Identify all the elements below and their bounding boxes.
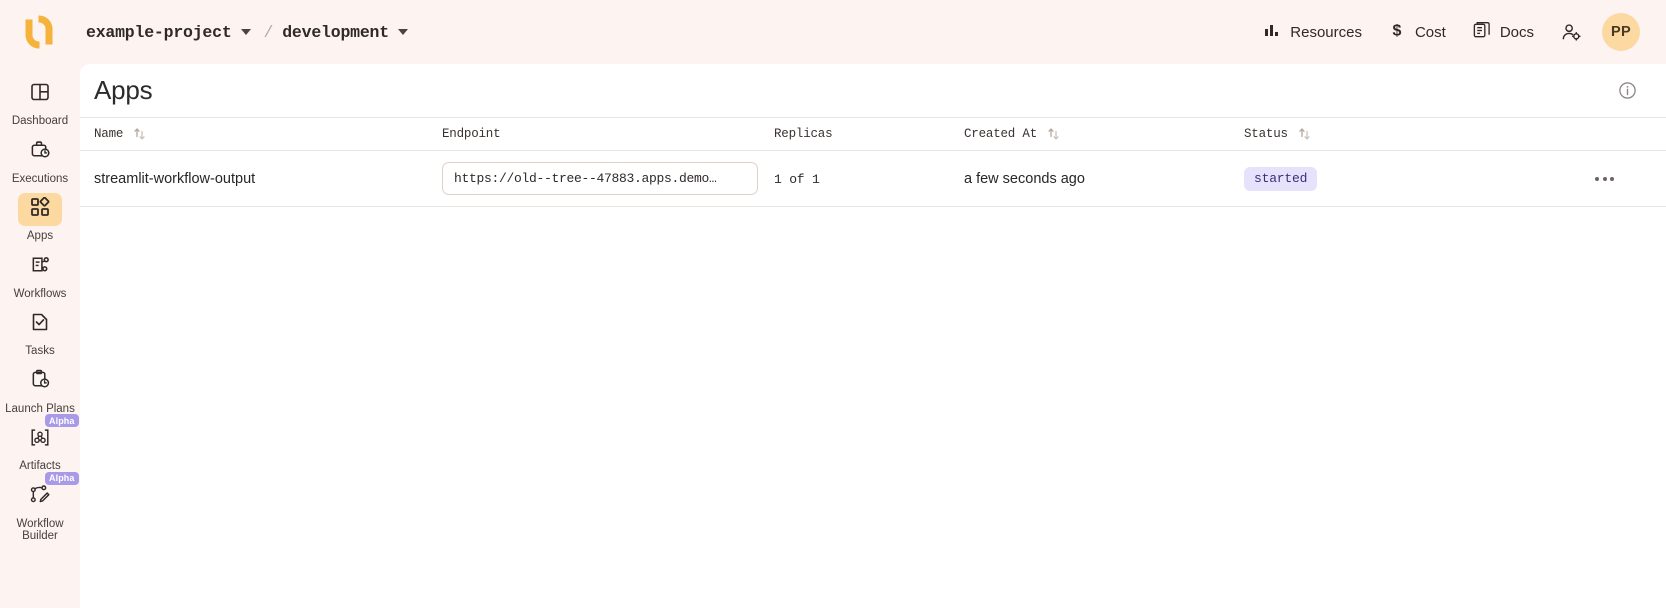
nav-resources[interactable]: Resources — [1250, 13, 1375, 51]
nav-docs[interactable]: Docs — [1459, 13, 1547, 52]
breadcrumb: example-project / development — [86, 23, 412, 42]
column-header-endpoint: Endpoint — [442, 127, 774, 141]
sidebar-icon-workflow-builder: Alpha — [18, 471, 79, 514]
column-header-replicas-label: Replicas — [774, 127, 833, 141]
sidebar-label-artifacts: Artifacts — [19, 460, 61, 472]
clipboard-clock-icon — [30, 369, 51, 395]
nav-resources-label: Resources — [1290, 23, 1362, 41]
kebab-dot-2 — [1602, 176, 1607, 181]
breadcrumb-project[interactable]: example-project — [86, 23, 232, 42]
breadcrumb-domain-chevron-down-icon[interactable] — [397, 29, 408, 35]
cell-replicas: 1 of 1 — [774, 170, 964, 188]
column-header-status-label: Status — [1244, 127, 1288, 141]
sidebar-item-apps[interactable]: Apps — [4, 189, 76, 246]
sidebar-label-apps: Apps — [26, 230, 54, 242]
kebab-dot-3 — [1610, 176, 1614, 181]
sidebar-badge-workflow-builder: Alpha — [45, 471, 79, 485]
created-at-value: a few seconds ago — [964, 170, 1085, 187]
cell-status: started — [1244, 166, 1419, 191]
sidebar-icon-tasks — [18, 308, 62, 341]
sidebar: Dashboard Executions Apps Workflows Task… — [0, 64, 80, 608]
sidebar-item-workflows[interactable]: Workflows — [4, 247, 76, 304]
table-row[interactable]: streamlit-workflow-output https://old--t… — [80, 151, 1666, 207]
replicas-value: 1 of 1 — [774, 171, 820, 187]
sidebar-item-executions[interactable]: Executions — [4, 132, 76, 189]
document-icon — [1472, 21, 1491, 44]
svg-text:$: $ — [1393, 23, 1402, 40]
breadcrumb-project-chevron-down-icon[interactable] — [240, 29, 251, 35]
workflow-nodes-icon — [30, 254, 51, 280]
info-circle-icon[interactable] — [1614, 78, 1640, 104]
cell-endpoint: https://old--tree--47883.apps.demo… — [442, 162, 774, 195]
layout-dashboard-icon — [30, 82, 50, 107]
page-header: Apps — [80, 64, 1666, 118]
app-name-link[interactable]: streamlit-workflow-output — [94, 171, 442, 187]
endpoint-url: https://old--tree--47883.apps.demo… — [454, 171, 717, 186]
apps-table: Name Endpoint Replicas Created At Status… — [80, 118, 1666, 207]
column-header-created-at[interactable]: Created At — [964, 126, 1244, 142]
nav-cost-label: Cost — [1414, 23, 1446, 41]
body: Dashboard Executions Apps Workflows Task… — [0, 64, 1666, 608]
main-content: Apps Name Endpoint Replicas Created At S… — [80, 64, 1666, 608]
avatar[interactable]: PP — [1602, 13, 1640, 51]
nav-cost[interactable]: $ Cost — [1375, 13, 1459, 51]
sidebar-item-workflow-builder[interactable]: Alpha Workflow Builder — [4, 471, 79, 546]
dollar-sign-icon: $ — [1388, 21, 1406, 43]
table-header-row: Name Endpoint Replicas Created At Status — [80, 118, 1666, 151]
bar-chart-icon — [1263, 21, 1281, 43]
kebab-menu-icon[interactable] — [1589, 169, 1620, 189]
column-header-created-at-label: Created At — [964, 127, 1038, 141]
sidebar-item-artifacts[interactable]: Alpha Artifacts — [4, 414, 79, 476]
status-badge: started — [1244, 166, 1318, 191]
sidebar-item-dashboard[interactable]: Dashboard — [4, 74, 76, 131]
endpoint-link-box[interactable]: https://old--tree--47883.apps.demo… — [442, 162, 758, 195]
file-check-icon — [30, 312, 50, 337]
column-header-status[interactable]: Status — [1244, 126, 1419, 142]
sidebar-icon-apps — [18, 193, 62, 226]
cell-name: streamlit-workflow-output — [94, 171, 442, 187]
kebab-dot-1 — [1595, 176, 1599, 181]
sidebar-icon-artifacts: Alpha — [18, 414, 79, 456]
top-bar: example-project / development Resources — [0, 0, 1666, 64]
page-title: Apps — [94, 75, 153, 105]
app-root: example-project / development Resources — [0, 0, 1666, 608]
sidebar-icon-dashboard — [18, 78, 62, 111]
graph-pencil-icon — [29, 484, 51, 510]
page-header-actions — [1614, 78, 1640, 104]
column-header-endpoint-label: Endpoint — [442, 127, 501, 141]
sidebar-label-tasks: Tasks — [25, 345, 55, 357]
artifact-molecule-icon — [29, 427, 51, 453]
union-logo[interactable] — [16, 9, 62, 55]
sort-icon-name[interactable] — [133, 126, 146, 142]
breadcrumb-domain[interactable]: development — [282, 23, 389, 42]
sidebar-badge-artifacts: Alpha — [45, 414, 79, 427]
sort-icon-created-at[interactable] — [1047, 126, 1060, 142]
top-nav: Resources $ Cost Docs PP — [1250, 13, 1640, 52]
sidebar-icon-executions — [18, 136, 62, 169]
apps-grid-icon — [30, 196, 50, 222]
cell-created-at: a few seconds ago — [964, 170, 1244, 188]
cell-actions — [1419, 169, 1640, 189]
column-header-name-label: Name — [94, 127, 124, 141]
sidebar-label-dashboard: Dashboard — [11, 115, 69, 127]
sidebar-item-tasks[interactable]: Tasks — [4, 304, 76, 361]
user-gear-icon[interactable] — [1553, 14, 1590, 51]
sidebar-label-executions: Executions — [11, 172, 69, 185]
column-header-replicas: Replicas — [774, 127, 964, 141]
nav-docs-label: Docs — [1499, 23, 1534, 41]
sidebar-label-workflow-builder: Workflow Builder — [16, 517, 64, 543]
briefcase-clock-icon — [30, 139, 51, 165]
breadcrumb-separator: / — [263, 22, 274, 42]
column-header-name[interactable]: Name — [94, 126, 442, 142]
sidebar-label-workflows: Workflows — [13, 287, 67, 300]
sort-icon-status[interactable] — [1298, 126, 1311, 142]
sidebar-icon-launch-plans — [18, 366, 62, 399]
sidebar-item-launch-plans[interactable]: Launch Plans — [4, 362, 76, 419]
sidebar-icon-workflows — [18, 251, 62, 284]
